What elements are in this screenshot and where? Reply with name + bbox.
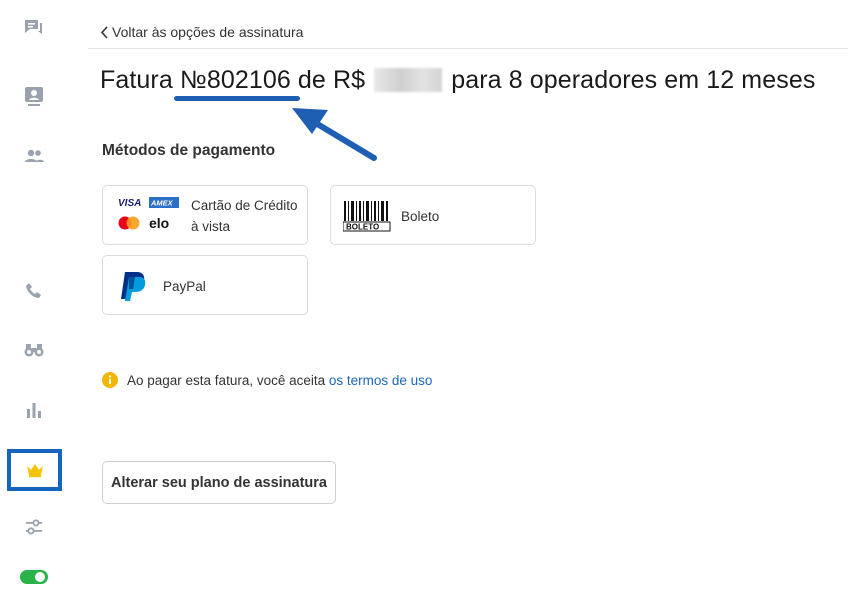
blurred-amount (374, 68, 443, 92)
title-suffix: para 8 operadores em 12 meses (444, 66, 816, 94)
sidebar (0, 0, 68, 613)
people-icon (25, 149, 44, 162)
title-mid: de R$ (290, 66, 373, 94)
change-plan-button[interactable]: Alterar seu plano de assinatura (102, 461, 336, 504)
payment-method-boleto[interactable]: BOLETO Boleto (330, 185, 536, 245)
title-prefix: Fatura (100, 66, 180, 94)
chevron-left-icon (100, 25, 108, 39)
credit-card-label: Cartão de Crédito à vista (191, 195, 298, 237)
svg-text:AMEX: AMEX (150, 199, 174, 208)
payment-method-credit-card[interactable]: VISA AMEX elo Cartão de Crédito à vista (102, 185, 308, 245)
credit-card-line1: Cartão de Crédito (191, 198, 298, 213)
sidebar-item-calls[interactable] (0, 271, 68, 311)
phone-icon (26, 283, 41, 298)
paypal-icon (121, 272, 146, 301)
sidebar-item-team[interactable] (0, 136, 68, 176)
payment-methods-title: Métodos de pagamento (102, 142, 276, 159)
terms-of-use-link[interactable]: os termos de uso (329, 373, 433, 388)
sidebar-item-settings[interactable] (0, 507, 68, 547)
terms-notice-text: Ao pagar esta fatura, você aceita (127, 372, 326, 388)
back-link-label: Voltar às opções de assinatura (112, 24, 304, 40)
payment-method-paypal[interactable]: PayPal (102, 255, 308, 315)
bar-chart-icon (27, 403, 41, 418)
chat-icon (25, 20, 42, 34)
boleto-label: Boleto (401, 209, 440, 224)
crown-icon (26, 464, 43, 478)
sidebar-item-subscription[interactable] (7, 449, 62, 491)
sliders-icon (26, 519, 42, 535)
sidebar-item-chats[interactable] (0, 8, 68, 48)
annotation-arrow (292, 108, 377, 161)
info-icon (102, 372, 118, 388)
barcode-icon: BOLETO (343, 201, 391, 232)
boleto-logo-text: BOLETO (346, 223, 379, 232)
page-title: Fatura №802106 de R$ para 8 operadores e… (100, 66, 815, 95)
toggle-icon (20, 570, 48, 584)
credit-card-line2: à vista (191, 219, 231, 234)
back-link[interactable]: Voltar às opções de assinatura (100, 24, 303, 40)
invoice-number: №802106 (179, 66, 291, 94)
contact-card-icon (25, 87, 43, 106)
sidebar-item-monitoring[interactable] (0, 330, 68, 370)
credit-card-brands-icon: VISA AMEX elo (118, 197, 179, 231)
svg-text:elo: elo (149, 215, 169, 231)
binoculars-icon (24, 344, 44, 357)
svg-text:VISA: VISA (118, 198, 141, 209)
paypal-label: PayPal (163, 279, 206, 294)
header-divider (88, 48, 848, 49)
invoice-number-underline (174, 96, 300, 101)
sidebar-item-reports[interactable] (0, 390, 68, 430)
sidebar-item-contacts[interactable] (0, 76, 68, 116)
terms-notice: Ao pagar esta fatura, você aceita os ter… (102, 372, 432, 388)
sidebar-item-status-toggle[interactable] (0, 557, 68, 597)
